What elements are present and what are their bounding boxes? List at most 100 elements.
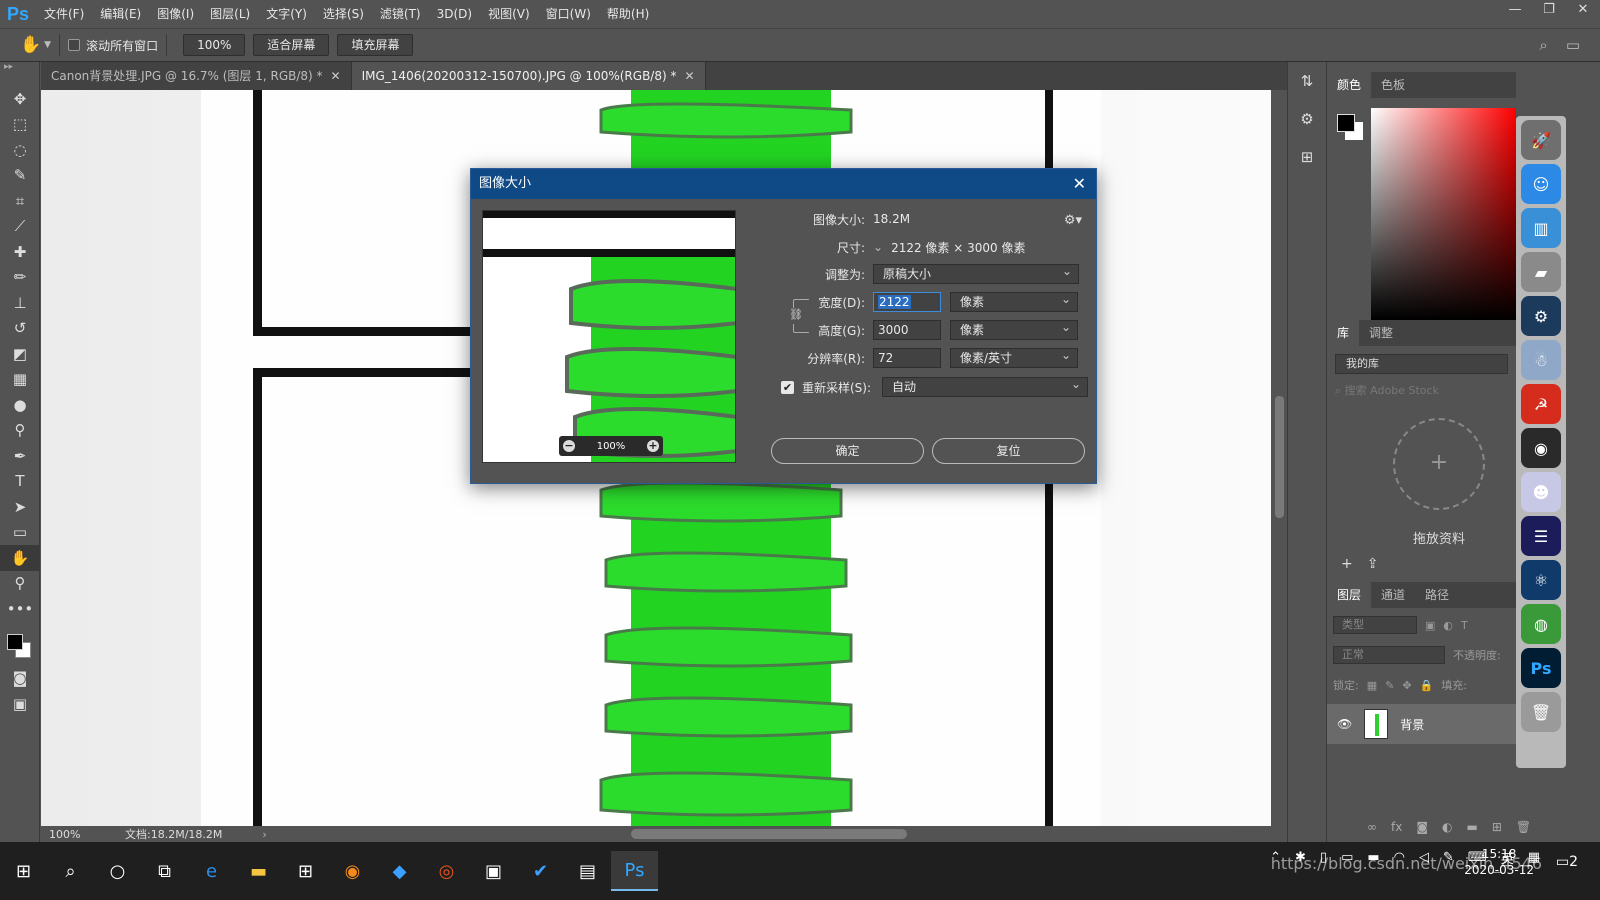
collapse-toolbar-icon[interactable]: ▸▸ xyxy=(0,62,39,86)
feather-app-icon[interactable]: ◆ xyxy=(376,851,423,891)
ubuntu-icon[interactable]: ◎ xyxy=(423,851,470,891)
eraser-tool-icon[interactable]: ◩ xyxy=(0,341,40,367)
globe-app-icon[interactable]: ◍ xyxy=(1521,604,1561,644)
resolution-unit-select[interactable]: 像素/英寸 xyxy=(950,346,1078,368)
filter-type-icon[interactable]: T xyxy=(1461,619,1468,632)
add-mask-icon[interactable]: ◙ xyxy=(1416,820,1428,834)
tab-channels[interactable]: 通道 xyxy=(1371,582,1415,608)
fill-screen-button[interactable]: 填充屏幕 xyxy=(337,34,414,56)
ok-button[interactable]: 确定 xyxy=(771,438,924,464)
close-icon[interactable]: ✕ xyxy=(1073,169,1086,199)
eyedropper-tool-icon[interactable]: ⟋ xyxy=(0,214,40,240)
fit-screen-button[interactable]: 适合屏幕 xyxy=(253,34,330,56)
color-swatches[interactable] xyxy=(0,622,39,666)
visibility-eye-icon[interactable]: 👁 xyxy=(1337,717,1352,731)
trash-app-icon[interactable]: 🗑 xyxy=(1521,692,1561,732)
history-panel-icon[interactable]: ⇅ xyxy=(1288,62,1326,100)
todo-check-icon[interactable]: ✔ xyxy=(517,851,564,891)
stamp-tool-icon[interactable]: ⊥ xyxy=(0,290,40,316)
new-group-icon[interactable]: ▬ xyxy=(1466,820,1477,834)
status-menu-chevron-icon[interactable]: › xyxy=(262,828,266,841)
filter-adjust-icon[interactable]: ◐ xyxy=(1443,619,1453,632)
path-select-tool-icon[interactable]: ➤ xyxy=(0,494,40,520)
cortana-icon[interactable]: ○ xyxy=(94,851,141,891)
settings-gear-icon[interactable]: ⚙▾ xyxy=(1064,213,1082,228)
atom-app-icon[interactable]: ⚛ xyxy=(1521,560,1561,600)
edge-browser-icon[interactable]: e xyxy=(188,851,235,891)
file-explorer-icon[interactable]: ▬ xyxy=(235,851,282,891)
tab-canon-document[interactable]: Canon背景处理.JPG @ 16.7% (图层 1, RGB/8) * ✕ xyxy=(41,62,352,90)
menu-select[interactable]: 选择(S) xyxy=(315,0,372,28)
tab-img-document[interactable]: IMG_1406(20200312-150700).JPG @ 100%(RGB… xyxy=(351,62,706,90)
library-select[interactable]: 我的库 xyxy=(1335,354,1508,374)
resolution-input[interactable]: 72 xyxy=(873,348,941,368)
checkbox-box[interactable] xyxy=(68,39,81,51)
menu-filter[interactable]: 滤镜(T) xyxy=(372,0,429,28)
color-picker-field[interactable] xyxy=(1371,108,1516,320)
menu-file[interactable]: 文件(F) xyxy=(36,0,92,28)
tool-preset-chevron-icon[interactable]: ▼ xyxy=(44,40,51,50)
hand-tool-icon[interactable]: ✋ xyxy=(0,545,40,571)
delete-layer-icon[interactable]: 🗑 xyxy=(1516,820,1531,834)
tab-libraries[interactable]: 库 xyxy=(1327,320,1360,346)
tab-color[interactable]: 颜色 xyxy=(1327,72,1372,98)
anime-app-icon[interactable]: ☻ xyxy=(1521,472,1561,512)
close-window-button[interactable]: ✕ xyxy=(1566,0,1600,22)
fit-to-select[interactable]: 原稿大小 xyxy=(873,262,1079,284)
search-icon[interactable]: ⌕ xyxy=(1539,36,1547,54)
properties-panel-icon[interactable]: ⚙ xyxy=(1288,100,1326,138)
status-zoom[interactable]: 100% xyxy=(41,828,91,841)
minimize-button[interactable]: — xyxy=(1498,0,1532,22)
store-icon[interactable]: ⊞ xyxy=(282,851,329,891)
menu-view[interactable]: 视图(V) xyxy=(480,0,538,28)
image-viewer-icon[interactable]: ▤ xyxy=(564,851,611,891)
menu-3d[interactable]: 3D(D) xyxy=(429,0,480,28)
type-tool-icon[interactable]: T xyxy=(0,469,40,495)
navigator-panel-icon[interactable]: ⊞ xyxy=(1288,138,1326,176)
history-brush-tool-icon[interactable]: ↺ xyxy=(0,316,40,342)
tux-app-icon[interactable]: ☃ xyxy=(1521,340,1561,380)
add-icon[interactable]: + xyxy=(1341,556,1353,572)
gradient-tool-icon[interactable]: ▦ xyxy=(0,367,40,393)
filter-image-icon[interactable]: ▣ xyxy=(1425,619,1435,632)
scroll-thumb[interactable] xyxy=(1275,396,1284,518)
image-preview[interactable]: − 100% + xyxy=(482,210,736,463)
pen-tool-icon[interactable]: ✒ xyxy=(0,443,40,469)
lock-all-icon[interactable]: 🔒 xyxy=(1420,679,1434,692)
eclipse-app-icon[interactable]: ☰ xyxy=(1521,516,1561,556)
drop-zone-plus-icon[interactable]: + xyxy=(1393,418,1485,510)
menu-type[interactable]: 文字(Y) xyxy=(258,0,315,28)
dodge-tool-icon[interactable]: ⚲ xyxy=(0,418,40,444)
steam-app-icon[interactable]: ⚙ xyxy=(1521,296,1561,336)
menu-help[interactable]: 帮助(H) xyxy=(599,0,657,28)
healing-brush-tool-icon[interactable]: ✚ xyxy=(0,239,40,265)
layer-row-background[interactable]: 👁 背景 xyxy=(1327,704,1516,744)
brush-tool-icon[interactable]: ✏ xyxy=(0,265,40,291)
menu-image[interactable]: 图像(I) xyxy=(149,0,202,28)
menu-layer[interactable]: 图层(L) xyxy=(202,0,258,28)
upload-icon[interactable]: ⇪ xyxy=(1367,556,1379,572)
tab-layers[interactable]: 图层 xyxy=(1327,582,1372,608)
layer-kind-select[interactable]: 类型 xyxy=(1333,616,1417,634)
marquee-tool-icon[interactable]: ⬚ xyxy=(0,112,40,138)
zoom-100-button[interactable]: 100% xyxy=(183,34,246,56)
lock-position-icon[interactable]: ✥ xyxy=(1402,679,1411,692)
zoom-out-icon[interactable]: − xyxy=(563,440,575,452)
adjustment-layer-icon[interactable]: ◐ xyxy=(1442,820,1452,834)
resample-checkbox[interactable]: ✔ xyxy=(781,380,794,394)
lasso-tool-icon[interactable]: ◌ xyxy=(0,137,40,163)
firefox-icon[interactable]: ◉ xyxy=(329,851,376,891)
lock-pixels-icon[interactable]: ▦ xyxy=(1367,679,1377,692)
crop-tool-icon[interactable]: ⌗ xyxy=(0,188,40,214)
menu-edit[interactable]: 编辑(E) xyxy=(92,0,149,28)
tab-paths[interactable]: 路径 xyxy=(1415,582,1459,608)
dimensions-chevron-icon[interactable]: ⌄ xyxy=(873,240,883,254)
resample-select[interactable]: 自动 xyxy=(882,375,1088,397)
finder-app-icon[interactable]: ☺ xyxy=(1521,164,1561,204)
height-unit-select[interactable]: 像素 xyxy=(950,318,1078,340)
fx-icon[interactable]: fx xyxy=(1391,820,1402,834)
search-icon[interactable]: ⌕ xyxy=(47,851,94,891)
photoshop-app-icon[interactable]: Ps xyxy=(1521,648,1561,688)
width-input[interactable]: 2122 xyxy=(873,292,941,312)
remote-desktop-icon[interactable]: ▣ xyxy=(470,851,517,891)
